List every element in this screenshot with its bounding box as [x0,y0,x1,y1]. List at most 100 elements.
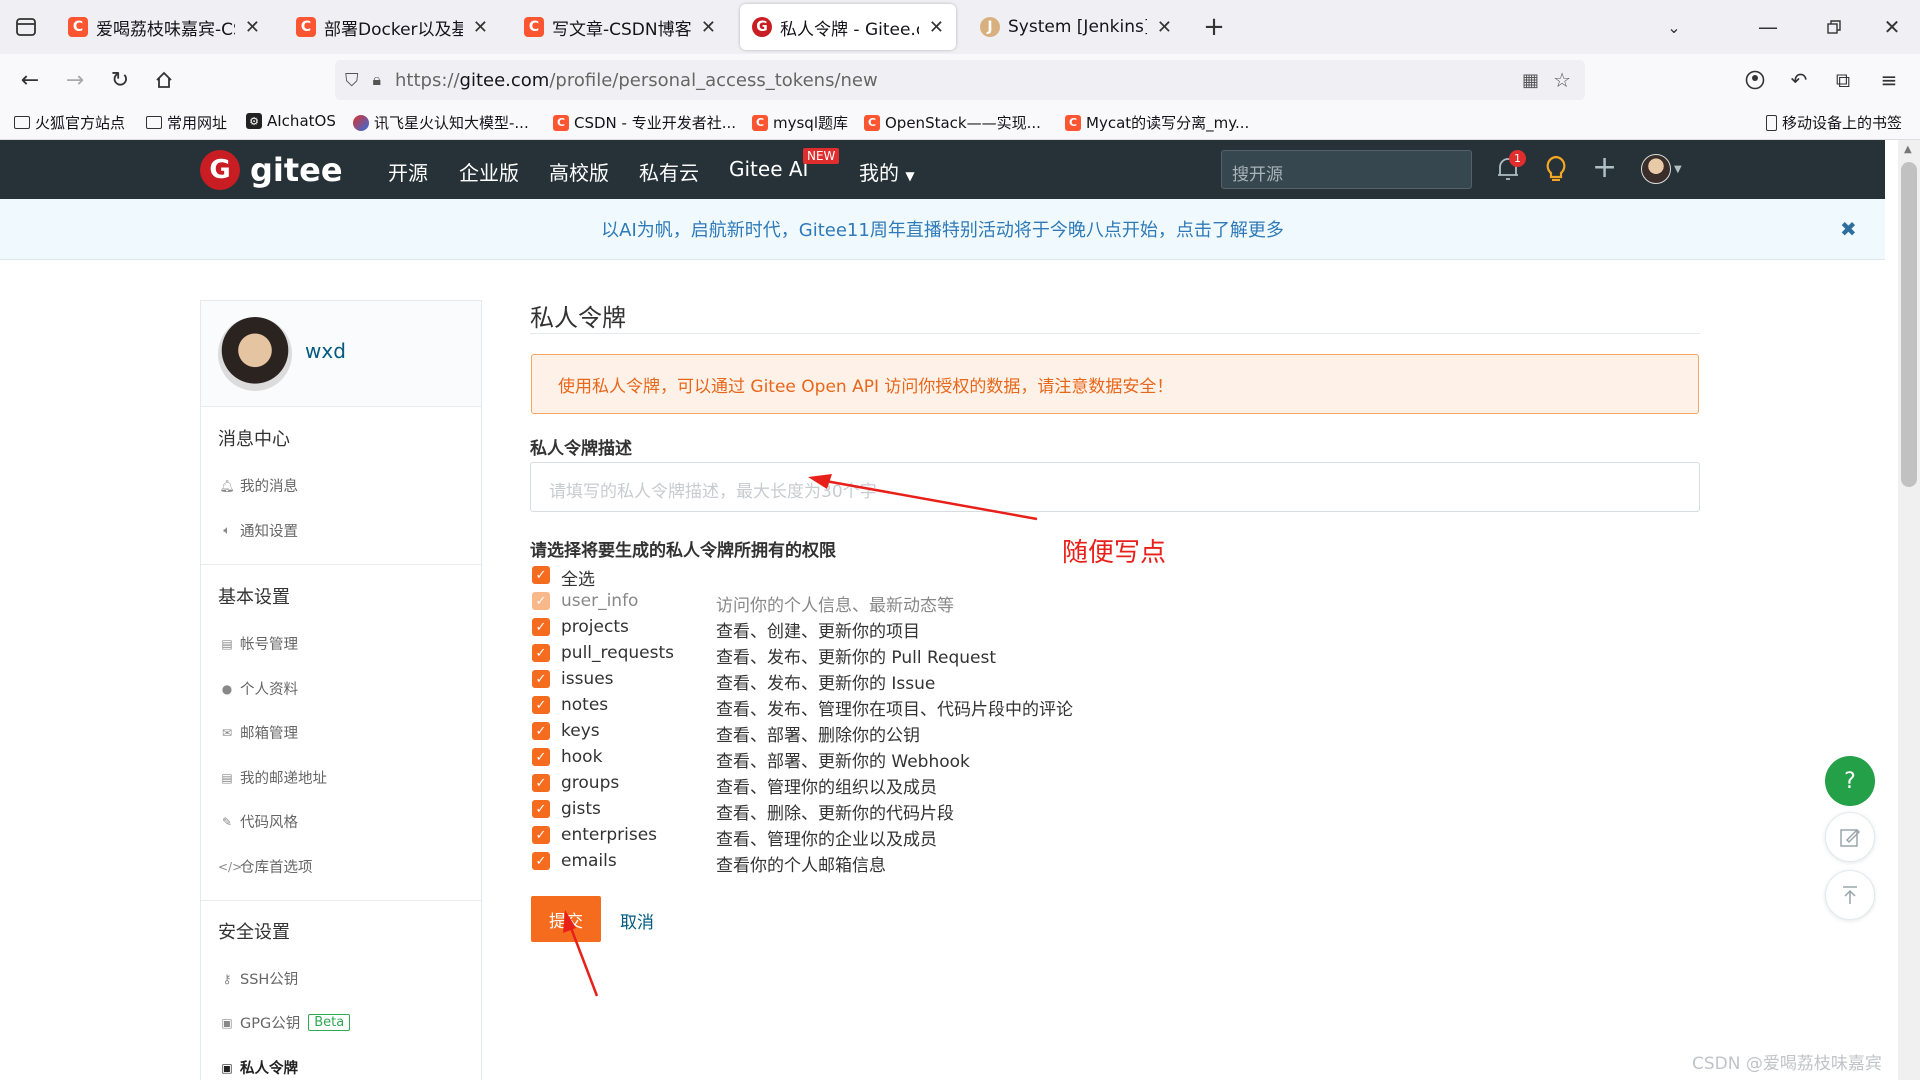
gitee-logo-icon: G [200,150,240,190]
undo-icon[interactable]: ↶ [1783,64,1815,96]
forward-icon[interactable]: → [59,64,91,96]
bookmark-label: OpenStack——实现... [885,114,1041,132]
sidebar-item-ssh-keys[interactable]: ⚷ SSH公钥 [218,968,299,989]
gitee-logo[interactable]: G gitee [200,150,343,190]
banner-text[interactable]: 以AI为帆，启航新时代，Gitee11周年直播特别活动将于今晚八点开始，点击了解… [601,216,1284,242]
scrollbar[interactable]: ▲ [1898,140,1920,1080]
close-tab-icon[interactable]: ✕ [701,17,716,38]
search-input[interactable]: 搜开源 [1221,150,1472,189]
bookmark-aichatos[interactable]: ⚙ AIchatOS [246,112,336,130]
back-icon[interactable]: ← [14,64,46,96]
new-tab-icon[interactable]: + [1198,11,1230,43]
extensions-icon[interactable]: ⧉ [1827,64,1859,96]
select-all-label[interactable]: 全选 [561,565,595,590]
bookmark-mysql[interactable]: Cmysql题库 [752,112,848,133]
back-to-top-button[interactable] [1825,870,1875,920]
checkbox-keys[interactable]: ✓ [532,722,550,740]
checkbox-hook[interactable]: ✓ [532,748,550,766]
menu-icon[interactable]: ≡ [1873,64,1905,96]
checkbox-emails[interactable]: ✓ [532,852,550,870]
tab-jenkins[interactable]: J System [Jenkins] ✕ [968,4,1184,50]
bookmark-xunfei[interactable]: 讯飞星火认知大模型-... [353,112,529,133]
feedback-button[interactable] [1825,812,1875,862]
select-all-checkbox[interactable]: ✓ [532,566,550,584]
account-icon[interactable] [1739,64,1771,96]
checkbox-notes[interactable]: ✓ [532,696,550,714]
url-bar[interactable]: ⛉ 🔒︎ https:// gitee.com /profile/persona… [335,60,1585,100]
token-description-input[interactable]: 请填写的私人令牌描述，最大长度为30个字 [530,462,1700,512]
sidebar-item-emails[interactable]: ✉ 邮箱管理 [218,722,298,743]
chevron-down-icon[interactable]: ⌄ [1658,11,1690,43]
caret-down-icon: ▼ [905,169,915,183]
sidebar-item-account[interactable]: ▤ 帐号管理 [218,633,298,654]
plus-icon[interactable]: + [1592,150,1617,185]
close-icon[interactable]: ✖ [1840,217,1857,241]
sidebar-item-address[interactable]: ▤ 我的邮递地址 [218,767,327,788]
bookmark-common[interactable]: 常用网址 [146,112,227,133]
qr-code-icon[interactable]: ▦ [1522,70,1539,91]
envelope-icon: ✉ [221,725,233,740]
gitee-header: G gitee 开源 企业版 高校版 私有云 Gitee AI NEW 我的 ▼… [0,140,1885,199]
scrollbar-thumb[interactable] [1901,162,1917,487]
bookmark-csdn[interactable]: C CSDN - 专业开发者社... [553,112,736,133]
checkbox-projects[interactable]: ✓ [532,618,550,636]
sidebar-item-code-style[interactable]: ✎ 代码风格 [218,811,298,832]
nav-mine[interactable]: 我的 ▼ [859,157,915,186]
submit-button[interactable]: 提交 [531,896,601,942]
close-tab-icon[interactable]: ✕ [245,17,260,38]
tab-csdn-profile[interactable]: C 爱喝荔枝味嘉宾-CSDN博客 ✕ [56,4,272,50]
user-menu[interactable]: ▼ [1641,154,1682,184]
username[interactable]: wxd [305,339,346,363]
home-icon[interactable] [148,64,180,96]
nav-open-source[interactable]: 开源 [388,157,428,186]
nav-education[interactable]: 高校版 [549,157,609,186]
scroll-up-icon[interactable]: ▲ [1904,144,1912,155]
close-tab-icon[interactable]: ✕ [473,17,488,38]
desc-label: 私人令牌描述 [530,439,632,459]
sidebar-item-tokens[interactable]: ▣ 私人令牌 [218,1057,298,1078]
sidebar-item-profile[interactable]: ● 个人资料 [218,678,298,699]
sidebar-item-notify-settings[interactable]: 🔈︎ 通知设置 [218,520,298,541]
url-path: /profile/personal_access_tokens/new [549,69,878,91]
perm-desc-groups: 查看、管理你的组织以及成员 [716,778,937,798]
sidebar-item-my-messages[interactable]: 🔔︎ 我的消息 [218,475,298,496]
nav-gitee-ai[interactable]: Gitee AI [729,157,808,181]
checkbox-groups[interactable]: ✓ [532,774,550,792]
tab-write-article[interactable]: C 写文章-CSDN博客 ✕ [512,4,728,50]
announcement-banner[interactable]: 以AI为帆，启航新时代，Gitee11周年直播特别活动将于今晚八点开始，点击了解… [0,199,1885,260]
key-icon: ⚷ [222,971,232,986]
close-tab-icon[interactable]: ✕ [929,17,944,38]
tab-docker-article[interactable]: C 部署Docker以及基础命令-CSDN ✕ [284,4,500,50]
tab-list-icon[interactable] [10,11,42,43]
checkbox-pull-requests[interactable]: ✓ [532,644,550,662]
tab-title: 部署Docker以及基础命令-CSDN [324,19,463,40]
perm-desc-emails: 查看你的个人邮箱信息 [716,856,886,876]
sidebar-item-repo-prefs[interactable]: </> 仓库首选项 [218,856,313,877]
lightbulb-icon[interactable] [1544,155,1568,187]
csdn-icon: C [1065,114,1081,131]
bookmark-mobile[interactable]: 移动设备上的书签 [1766,112,1902,133]
search-placeholder: 搜开源 [1232,165,1283,185]
checkbox-issues[interactable]: ✓ [532,670,550,688]
checkbox-enterprises[interactable]: ✓ [532,826,550,844]
tab-gitee-token[interactable]: G 私人令牌 - Gitee.com ✕ [740,4,956,50]
avatar[interactable] [218,317,292,391]
bookmark-openstack[interactable]: C OpenStack——实现... [864,112,1041,133]
bookmark-firefox[interactable]: 火狐官方站点 [14,112,125,133]
shield-icon[interactable]: ⛉ [345,70,359,91]
cancel-link[interactable]: 取消 [620,908,654,933]
bookmark-mycat[interactable]: C Mycat的读写分离_my... [1065,112,1249,133]
close-tab-icon[interactable]: ✕ [1157,17,1172,38]
nav-private-cloud[interactable]: 私有云 [639,157,699,186]
nav-enterprise[interactable]: 企业版 [459,157,519,186]
star-icon[interactable]: ☆ [1553,68,1571,92]
restore-icon[interactable] [1818,11,1850,43]
minimize-icon[interactable]: — [1752,11,1784,43]
checkbox-user-info[interactable]: ✓ [532,592,550,610]
close-window-icon[interactable]: ✕ [1876,11,1908,43]
sidebar-item-gpg-keys[interactable]: ▣ GPG公钥 Beta [218,1012,351,1033]
help-button[interactable]: ? [1825,756,1875,806]
checkbox-gists[interactable]: ✓ [532,800,550,818]
lock-icon[interactable]: 🔒︎ [373,70,382,90]
reload-icon[interactable]: ↻ [104,64,136,96]
